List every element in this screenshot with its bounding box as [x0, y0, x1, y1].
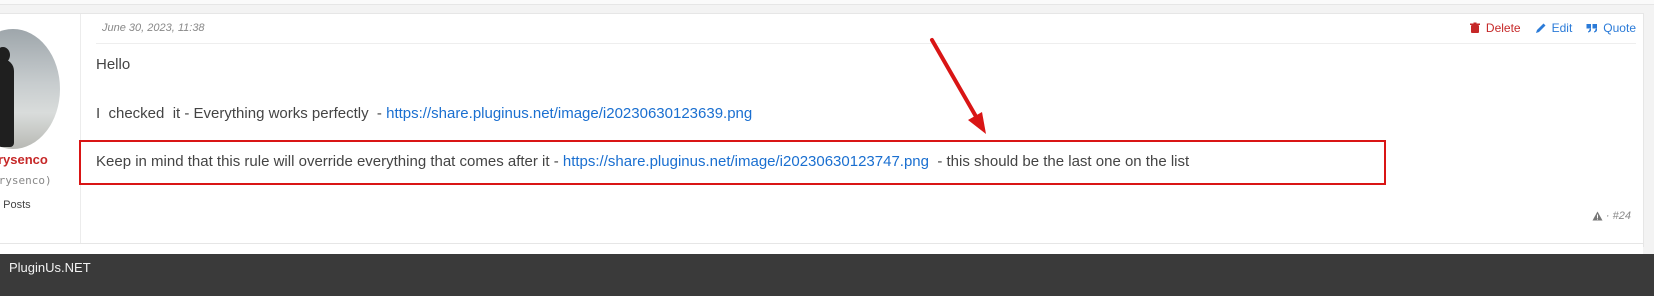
avatar-figure	[0, 59, 14, 147]
edit-button[interactable]: Edit	[1535, 21, 1573, 35]
author-login: orysenco)	[0, 174, 52, 187]
footer-brand[interactable]: PluginUs.NET	[9, 260, 91, 275]
previous-post-edge	[0, 0, 1654, 5]
quote-label: Quote	[1603, 21, 1636, 35]
screenshot-link-1[interactable]: https://share.pluginus.net/image/i202306…	[386, 105, 752, 122]
post-header: June 30, 2023, 11:38 Delete Edit Quote	[96, 19, 1636, 44]
annotation-highlight-box	[79, 140, 1386, 185]
author-name[interactable]: orysenco	[0, 152, 48, 167]
line2-text: I checked it - Everything works perfectl…	[96, 105, 387, 122]
footer-bar: PluginUs.NET	[0, 254, 1654, 296]
quote-button[interactable]: Quote	[1586, 21, 1636, 35]
forum-post: orysenco orysenco) 3 Posts June 30, 2023…	[0, 13, 1644, 247]
edit-label: Edit	[1551, 21, 1573, 35]
post-actions: Delete Edit Quote	[1469, 21, 1636, 35]
author-panel: orysenco orysenco) 3 Posts	[0, 14, 81, 246]
delete-button[interactable]: Delete	[1469, 21, 1521, 35]
warning-icon	[1592, 211, 1603, 221]
quote-icon	[1586, 24, 1598, 33]
author-post-count: 3 Posts	[0, 199, 31, 211]
post-number[interactable]: · #24	[1592, 210, 1631, 222]
trash-icon	[1469, 22, 1480, 33]
post-date: June 30, 2023, 11:38	[102, 22, 205, 34]
avatar[interactable]	[0, 29, 60, 149]
pencil-icon	[1535, 23, 1546, 33]
greeting-text: Hello	[96, 56, 131, 73]
delete-label: Delete	[1485, 21, 1521, 35]
annotation-arrow	[930, 38, 986, 134]
post-line-2: I checked it - Everything works perfectl…	[96, 105, 752, 123]
post-number-label: · #24	[1605, 210, 1631, 222]
